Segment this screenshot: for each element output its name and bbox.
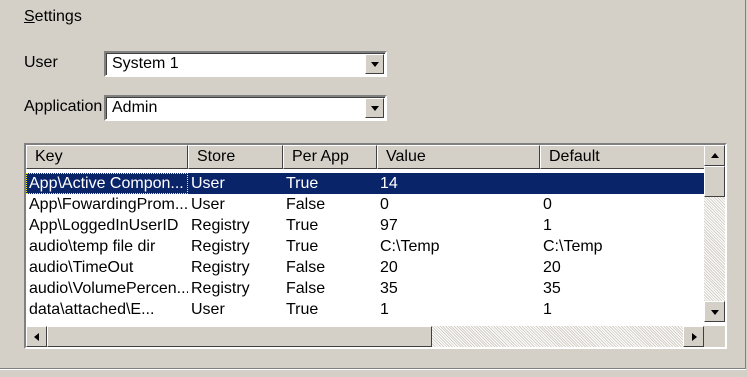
horizontal-scroll-thumb[interactable] [47,326,432,347]
table-cell: True [286,217,319,234]
column-header-key[interactable]: Key [26,145,188,169]
scroll-left-button[interactable] [26,326,47,347]
settings-title: Settings [24,8,82,26]
settings-title-accelerator: S [24,8,35,25]
application-combobox[interactable]: Admin [104,95,387,121]
scroll-up-arrow-icon [711,153,719,158]
table-row[interactable]: audio\TimeOut Registry False 20 20 [26,257,705,278]
table-row[interactable]: audio\VolumePercen... Registry False 35 35 [26,278,705,299]
settings-title-rest: ettings [34,8,82,25]
table-cell: 20 [543,259,561,276]
table-row[interactable]: App\FowardingProm... User False 0 0 [26,194,705,215]
table-row[interactable]: data\attached\E... User True 1 1 [26,299,705,320]
scroll-right-arrow-icon [692,333,697,341]
table-cell: True [286,175,319,192]
table-cell: User [191,175,225,192]
list-rows: App\Active Compon... User True 14 App\Foward… [26,173,705,320]
table-cell: 20 [380,259,398,276]
table-row[interactable]: audio\temp file dir Registry True C:\Temp C:… [26,236,705,257]
user-combobox[interactable]: System 1 [104,51,387,77]
table-cell: App\Active Compon... [26,173,188,194]
table-cell: False [286,196,326,213]
scroll-down-arrow-icon [711,310,719,315]
table-cell: User [191,301,225,318]
user-label: User [24,54,58,71]
application-dropdown-button[interactable] [365,98,384,118]
column-header-value[interactable]: Value [377,145,540,169]
table-cell: audio\TimeOut [29,259,134,276]
table-cell: C:\Temp [380,238,440,255]
scroll-right-button[interactable] [683,326,704,347]
table-cell: audio\temp file dir [29,238,156,255]
list-header: Key Store Per App Value Default [26,145,705,169]
horizontal-scrollbar[interactable] [26,326,704,347]
chevron-down-icon [371,62,379,67]
column-header-store[interactable]: Store [188,145,283,169]
application-label: Application [24,98,103,115]
table-cell: False [286,259,326,276]
table-cell: True [286,301,319,318]
table-cell: 35 [543,280,561,297]
table-row[interactable]: App\Active Compon... User True 14 [26,173,705,194]
scroll-up-button[interactable] [704,145,725,166]
table-cell: 1 [543,217,552,234]
vertical-scroll-thumb[interactable] [704,166,725,197]
table-cell: App\FowardingProm... [29,196,188,213]
table-cell: 97 [380,217,398,234]
table-cell: True [286,238,319,255]
column-header-default[interactable]: Default [540,145,705,169]
settings-list-view[interactable]: Key Store Per App Value Default App\Acti… [24,143,727,349]
table-cell [540,173,705,194]
table-cell: data\attached\E... [29,301,155,318]
column-header-per-app[interactable]: Per App [283,145,377,169]
vertical-scrollbar[interactable] [704,145,725,322]
table-cell: App\LoggedInUserID [29,217,179,234]
chevron-down-icon [371,106,379,111]
table-cell: C:\Temp [543,238,603,255]
table-cell: 0 [543,196,552,213]
scroll-left-arrow-icon [34,333,39,341]
application-combobox-value: Admin [112,99,158,116]
table-cell: User [191,196,225,213]
user-combobox-value: System 1 [112,55,179,72]
table-cell: Registry [191,238,250,255]
table-cell: Registry [191,217,250,234]
table-cell: False [286,280,326,297]
table-cell: 35 [380,280,398,297]
table-cell: Registry [191,259,250,276]
table-cell: 14 [380,175,398,192]
scroll-down-button[interactable] [704,301,725,322]
scrollbar-corner [704,326,725,347]
table-cell: 1 [543,301,552,318]
table-row[interactable]: App\LoggedInUserID Registry True 97 1 [26,215,705,236]
table-cell: 0 [380,196,389,213]
table-cell: Registry [191,280,250,297]
table-cell: 1 [380,301,389,318]
user-dropdown-button[interactable] [365,54,384,74]
table-cell: audio\VolumePercen... [29,280,188,297]
